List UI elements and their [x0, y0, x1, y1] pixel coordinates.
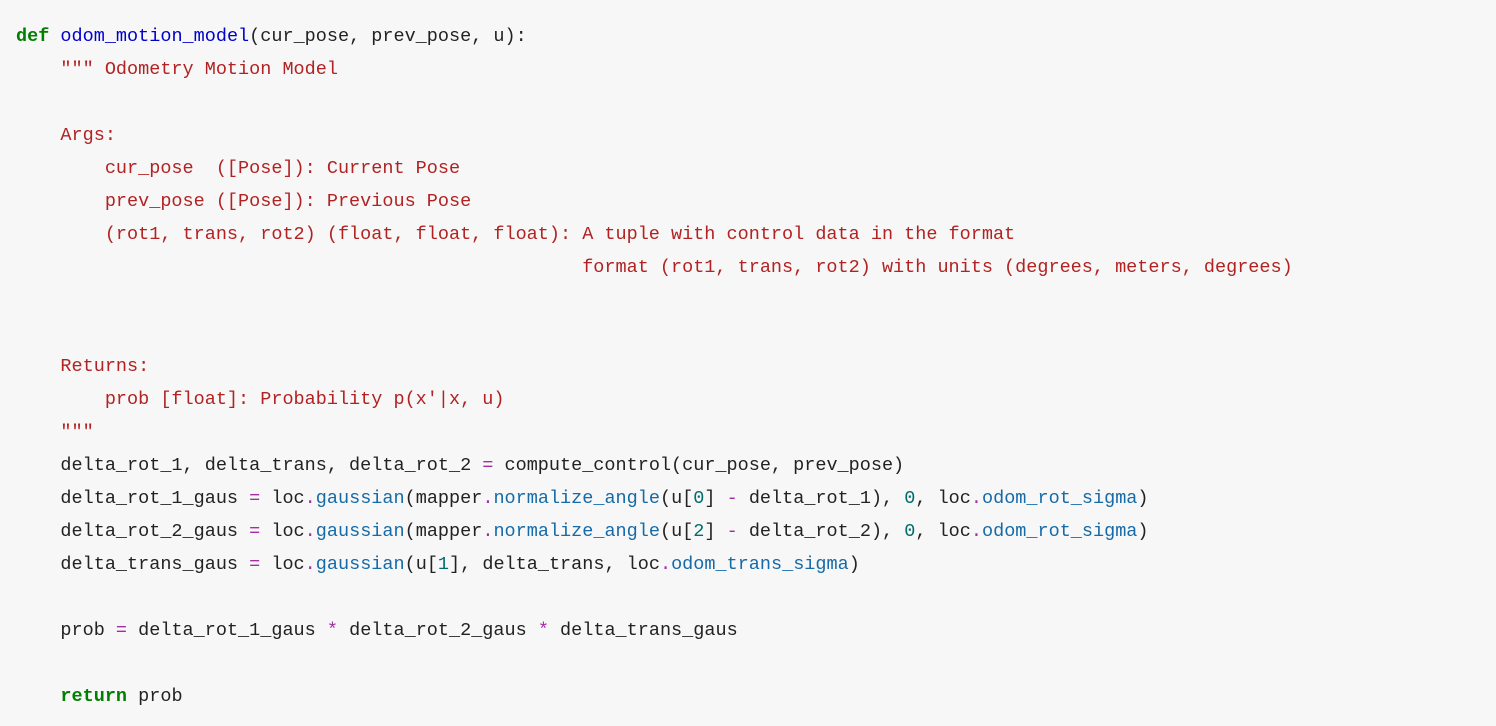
code-text: (u[: [660, 488, 693, 509]
code-line: delta_rot_1_gaus = loc.gaussian(mapper.n…: [16, 488, 1149, 509]
code-text: , loc: [915, 488, 971, 509]
attr: normalize_angle: [493, 521, 660, 542]
dot: .: [305, 488, 316, 509]
dot: .: [971, 488, 982, 509]
dot: .: [305, 554, 316, 575]
operator: =: [116, 620, 127, 641]
code-line: delta_rot_2_gaus = loc.gaussian(mapper.n…: [16, 521, 1149, 542]
operator: *: [327, 620, 338, 641]
number: 0: [904, 488, 915, 509]
function-name: odom_motion_model: [60, 26, 249, 47]
attr: gaussian: [316, 554, 405, 575]
code-text: ): [1137, 521, 1148, 542]
keyword-return: return: [60, 686, 127, 707]
code-text: ): [849, 554, 860, 575]
code-text: compute_control(cur_pose, prev_pose): [493, 455, 904, 476]
attr: gaussian: [316, 488, 405, 509]
operator: =: [249, 521, 260, 542]
operator: =: [249, 554, 260, 575]
attr: gaussian: [316, 521, 405, 542]
code-text: prob: [127, 686, 183, 707]
code-text: delta_rot_1_gaus: [16, 488, 249, 509]
docstring-line: (rot1, trans, rot2) (float, float, float…: [16, 224, 1015, 245]
space: [49, 26, 60, 47]
operator: =: [249, 488, 260, 509]
docstring-line: prev_pose ([Pose]): Previous Pose: [16, 191, 471, 212]
attr: odom_rot_sigma: [982, 521, 1137, 542]
attr: odom_trans_sigma: [671, 554, 849, 575]
docstring-line: Args:: [16, 125, 116, 146]
code-text: (mapper: [405, 488, 483, 509]
code-text: delta_rot_1),: [738, 488, 905, 509]
attr: odom_rot_sigma: [982, 488, 1137, 509]
code-line: prob = delta_rot_1_gaus * delta_rot_2_ga…: [16, 620, 738, 641]
docstring-line: format (rot1, trans, rot2) with units (d…: [16, 257, 1293, 278]
code-text: prob: [16, 620, 116, 641]
operator: =: [482, 455, 493, 476]
code-text: ]: [704, 521, 726, 542]
code-text: (u[: [405, 554, 438, 575]
docstring-line: """ Odometry Motion Model: [16, 59, 338, 80]
code-text: (u[: [660, 521, 693, 542]
code-text: loc: [260, 521, 304, 542]
operator: -: [727, 521, 738, 542]
code-text: delta_rot_2_gaus: [16, 521, 249, 542]
code-text: loc: [260, 554, 304, 575]
code-line: delta_trans_gaus = loc.gaussian(u[1], de…: [16, 554, 860, 575]
indent: [16, 686, 60, 707]
docstring-line: """: [16, 422, 94, 443]
keyword-def: def: [16, 26, 49, 47]
params: (cur_pose, prev_pose, u):: [249, 26, 527, 47]
code-text: ]: [704, 488, 726, 509]
dot: .: [971, 521, 982, 542]
code-text: delta_trans_gaus: [16, 554, 249, 575]
code-text: ], delta_trans, loc: [449, 554, 660, 575]
dot: .: [482, 521, 493, 542]
code-text: loc: [260, 488, 304, 509]
code-block: def odom_motion_model(cur_pose, prev_pos…: [0, 0, 1496, 726]
number: 1: [438, 554, 449, 575]
number: 0: [693, 488, 704, 509]
number: 0: [904, 521, 915, 542]
code-text: , loc: [915, 521, 971, 542]
code-text: ): [1137, 488, 1148, 509]
code-text: delta_rot_2_gaus: [338, 620, 538, 641]
code-text: delta_rot_2),: [738, 521, 905, 542]
code-line: return prob: [16, 686, 183, 707]
number: 2: [693, 521, 704, 542]
attr: normalize_angle: [493, 488, 660, 509]
dot: .: [482, 488, 493, 509]
docstring-line: prob [float]: Probability p(x'|x, u): [16, 389, 504, 410]
dot: .: [305, 521, 316, 542]
code-text: (mapper: [405, 521, 483, 542]
dot: .: [660, 554, 671, 575]
code-text: delta_trans_gaus: [549, 620, 738, 641]
operator: -: [727, 488, 738, 509]
operator: *: [538, 620, 549, 641]
code-text: delta_rot_1, delta_trans, delta_rot_2: [16, 455, 482, 476]
code-line: delta_rot_1, delta_trans, delta_rot_2 = …: [16, 455, 904, 476]
docstring-line: Returns:: [16, 356, 149, 377]
docstring-line: cur_pose ([Pose]): Current Pose: [16, 158, 460, 179]
code-text: delta_rot_1_gaus: [127, 620, 327, 641]
code-line: def odom_motion_model(cur_pose, prev_pos…: [16, 26, 527, 47]
